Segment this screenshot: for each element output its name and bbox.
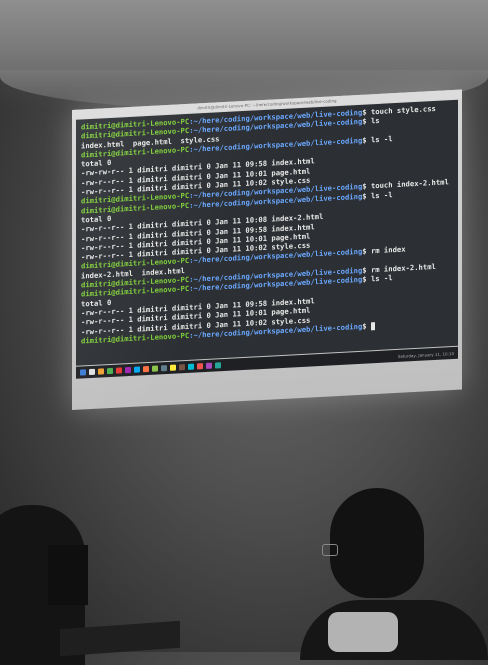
- command-text: ls: [370, 116, 380, 126]
- audience-person-head: [330, 488, 424, 598]
- taskbar-app-icon[interactable]: [107, 367, 113, 375]
- taskbar-app-icon[interactable]: [215, 362, 221, 369]
- prompt-symbol: $: [362, 274, 371, 285]
- audience-person-shirt: [328, 612, 398, 652]
- command-text: ls -l: [370, 134, 393, 145]
- taskbar-app-icon[interactable]: [161, 365, 167, 372]
- taskbar-app-icon[interactable]: [206, 362, 212, 369]
- prompt-symbol: $: [362, 181, 371, 192]
- command-text: rm index: [370, 244, 406, 256]
- prompt-symbol: $: [362, 107, 371, 117]
- taskbar-app-icon[interactable]: [143, 365, 149, 373]
- taskbar-app-icon[interactable]: [116, 367, 122, 374]
- prompt-symbol: $: [362, 246, 371, 257]
- taskbar-app-icon[interactable]: [80, 369, 86, 376]
- terminal-cursor: [370, 321, 375, 331]
- taskbar-app-icon[interactable]: [89, 368, 95, 376]
- taskbar-app-icon[interactable]: [179, 364, 185, 371]
- taskbar-clock: Saturday, January 11, 10:10: [397, 350, 454, 359]
- taskbar-app-icon[interactable]: [152, 365, 158, 372]
- glasses-icon: [322, 544, 338, 556]
- terminal-output[interactable]: dimitri@dimitri-Lenovo-PC:~/here/coding/…: [76, 99, 458, 366]
- monitor-silhouette: [48, 545, 88, 605]
- command-text: ls -l: [370, 273, 393, 284]
- taskbar-app-icon[interactable]: [125, 366, 131, 374]
- prompt-symbol: $: [362, 191, 371, 201]
- taskbar-app-icon[interactable]: [134, 366, 140, 373]
- prompt-symbol: $: [362, 321, 371, 331]
- projected-screen: dimitri@dimitri-Lenovo-PC: ~/here/coding…: [72, 89, 462, 410]
- taskbar-app-icon[interactable]: [188, 363, 194, 370]
- taskbar-app-icon[interactable]: [170, 364, 176, 371]
- taskbar-app-icon[interactable]: [197, 363, 203, 370]
- prompt-symbol: $: [362, 135, 371, 145]
- taskbar-app-icon[interactable]: [98, 368, 104, 375]
- prompt-symbol: $: [362, 265, 371, 275]
- prompt-symbol: $: [362, 116, 371, 127]
- command-text: ls -l: [370, 189, 393, 201]
